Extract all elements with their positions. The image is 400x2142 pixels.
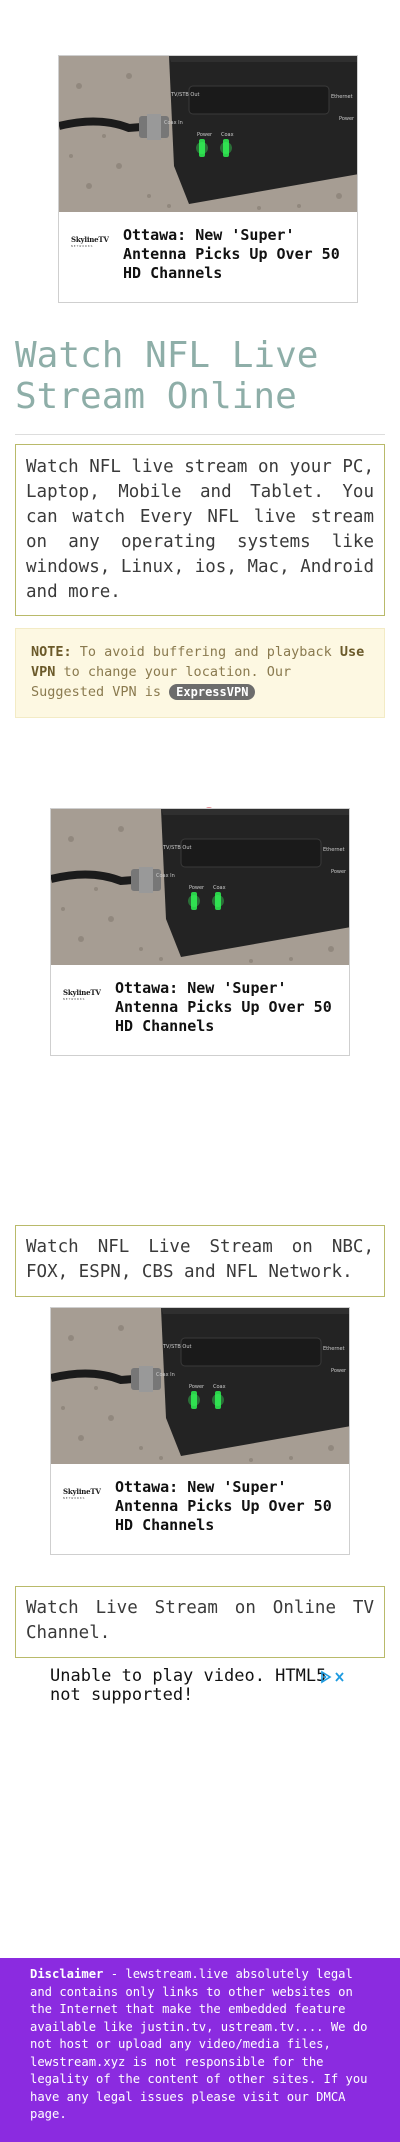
- device-label: Coax In: [164, 120, 183, 126]
- device-label: Coax: [213, 885, 226, 891]
- ad-caption[interactable]: SkylineTV NETWORKS Ottawa: New 'Super' A…: [51, 965, 349, 1055]
- disclaimer-text: - lewstream.live absolutely legal and co…: [30, 1967, 368, 2121]
- ad-headline[interactable]: Ottawa: New 'Super' Antenna Picks Up Ove…: [123, 226, 347, 283]
- device-label: TV/STB Out: [162, 1344, 192, 1350]
- video-error-message: Unable to play video. HTML5 not supporte…: [50, 1666, 327, 1705]
- device-label: Coax In: [156, 1372, 175, 1378]
- skylinetv-logo: SkylineTV NETWORKS: [63, 1488, 103, 1504]
- device-label: Power: [189, 885, 205, 891]
- divider: [15, 434, 385, 435]
- ad-image[interactable]: TV/STB Out Ethernet Coax In Power Power …: [51, 1308, 349, 1464]
- device-label: Power: [339, 116, 355, 122]
- skylinetv-logo: SkylineTV NETWORKS: [71, 236, 111, 252]
- device-label: Coax: [221, 132, 234, 138]
- device-label: Ethernet: [331, 94, 353, 100]
- logo-text: SkylineTV: [63, 1487, 101, 1496]
- device-label: TV/STB Out: [162, 845, 192, 851]
- networks-box: Watch NFL Live Stream on NBC, FOX, ESPN,…: [15, 1225, 385, 1297]
- disclaimer-label: Disclaimer: [30, 1967, 104, 1981]
- device-label: Power: [331, 869, 347, 875]
- ad-card[interactable]: TV/STB Out Ethernet Coax In Power Power …: [50, 808, 350, 1056]
- device-label: Coax In: [156, 873, 175, 879]
- ad-image[interactable]: TV/STB Out Ethernet Coax In Power Power …: [59, 56, 357, 212]
- device-label: Ethernet: [323, 847, 345, 853]
- page-title: Watch NFL Live Stream Online: [15, 335, 319, 417]
- disclaimer-footer: Disclaimer - lewstream.live absolutely l…: [0, 1958, 400, 2142]
- ad-card[interactable]: TV/STB Out Ethernet Coax In Power Power …: [50, 1307, 350, 1555]
- ad-headline[interactable]: Ottawa: New 'Super' Antenna Picks Up Ove…: [115, 1478, 339, 1535]
- device-label: Ethernet: [323, 1346, 345, 1352]
- device-label: TV/STB Out: [170, 92, 200, 98]
- logo-text: SkylineTV: [71, 235, 109, 244]
- device-label: Power: [189, 1384, 205, 1390]
- ad-caption[interactable]: SkylineTV NETWORKS Ottawa: New 'Super' A…: [51, 1464, 349, 1554]
- note-label: NOTE:: [31, 644, 72, 660]
- device-label: Power: [331, 1368, 347, 1374]
- logo-subtext: NETWORKS: [63, 997, 86, 1001]
- note-text: To avoid buffering and playback: [71, 644, 340, 660]
- ad-card[interactable]: TV/STB Out Ethernet Coax In Power Power …: [58, 55, 358, 303]
- device-label: Power: [197, 132, 213, 138]
- adchoices-icon[interactable]: [320, 1669, 348, 1684]
- video-player[interactable]: Unable to play video. HTML5 not supporte…: [50, 1667, 350, 1705]
- vpn-note: NOTE: To avoid buffering and playback Us…: [15, 628, 385, 718]
- logo-subtext: NETWORKS: [71, 244, 94, 248]
- online-tv-box: Watch Live Stream on Online TV Channel.: [15, 1586, 385, 1658]
- logo-subtext: NETWORKS: [63, 1496, 86, 1500]
- device-label: Coax: [213, 1384, 226, 1390]
- expressvpn-badge[interactable]: ExpressVPN: [169, 684, 256, 700]
- ad-image[interactable]: TV/STB Out Ethernet Coax In Power Power …: [51, 809, 349, 965]
- intro-box: Watch NFL live stream on your PC, Laptop…: [15, 444, 385, 616]
- ad-caption[interactable]: SkylineTV NETWORKS Ottawa: New 'Super' A…: [59, 212, 357, 302]
- ad-headline[interactable]: Ottawa: New 'Super' Antenna Picks Up Ove…: [115, 979, 339, 1036]
- skylinetv-logo: SkylineTV NETWORKS: [63, 989, 103, 1005]
- logo-text: SkylineTV: [63, 988, 101, 997]
